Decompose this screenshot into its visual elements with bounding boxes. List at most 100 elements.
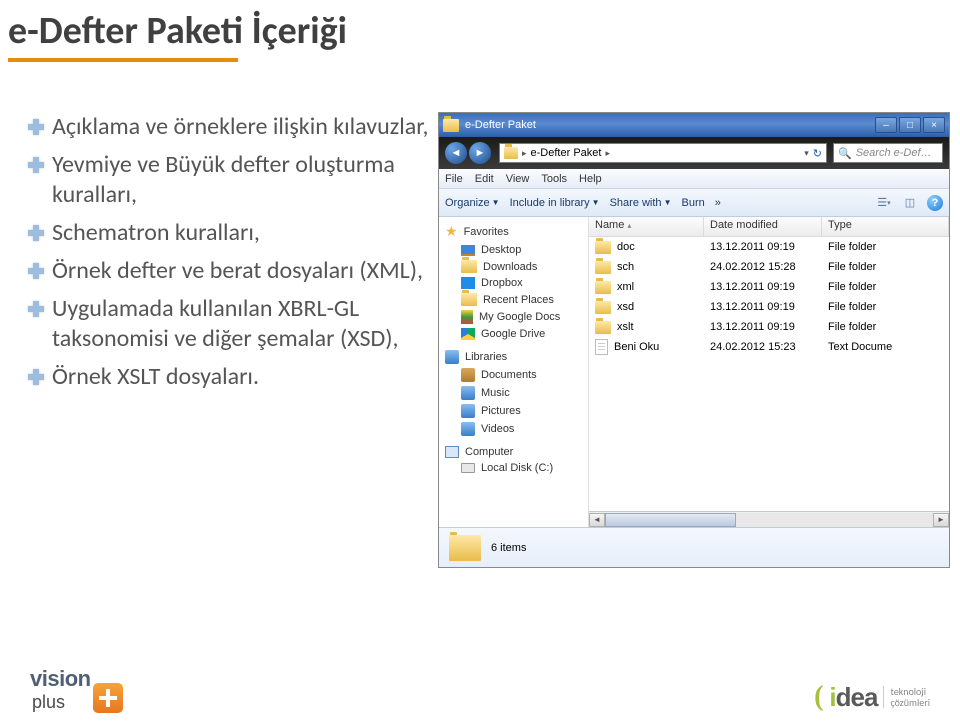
file-date: 13.12.2011 09:19 — [704, 281, 822, 293]
file-type: Text Docume — [822, 341, 949, 353]
folder-icon — [595, 301, 611, 314]
preview-pane-button[interactable]: ◫ — [901, 194, 919, 212]
table-row[interactable]: sch24.02.2012 15:28File folder — [589, 257, 949, 277]
menu-help[interactable]: Help — [579, 173, 602, 185]
table-row[interactable]: doc13.12.2011 09:19File folder — [589, 237, 949, 257]
star-icon: ★ — [445, 223, 458, 240]
menu-edit[interactable]: Edit — [475, 173, 494, 185]
file-name: sch — [617, 261, 634, 273]
scroll-left-button[interactable]: ◄ — [589, 513, 605, 527]
view-mode-button[interactable]: ☰▾ — [875, 194, 893, 212]
forward-button[interactable]: ► — [469, 142, 491, 164]
sidebar-item-downloads[interactable]: Downloads — [439, 258, 588, 275]
sidebar-item-documents[interactable]: Documents — [439, 366, 588, 384]
search-icon: 🔍 — [838, 147, 852, 160]
folder-icon — [595, 241, 611, 254]
burn-button[interactable]: Burn — [681, 197, 704, 209]
file-icon — [595, 339, 608, 355]
bullet-item: Açıklama ve örneklere ilişkin kılavuzlar… — [28, 112, 438, 142]
table-row[interactable]: xslt 13.12.2011 09:19File folder — [589, 317, 949, 337]
toolbar-overflow-button[interactable]: » — [715, 197, 721, 209]
chevron-right-icon[interactable]: ▸ — [522, 148, 527, 159]
col-name[interactable]: Name ▴ — [589, 217, 704, 236]
sidebar-item-google-drive[interactable]: Google Drive — [439, 326, 588, 342]
library-icon — [445, 350, 459, 364]
back-button[interactable]: ◄ — [445, 142, 467, 164]
window-title: e-Defter Paket — [465, 119, 536, 131]
col-type[interactable]: Type — [822, 217, 949, 236]
file-date: 24.02.2012 15:23 — [704, 341, 822, 353]
sidebar-group-favorites[interactable]: ★Favorites — [439, 221, 588, 242]
file-name: xslt — [617, 321, 634, 333]
file-date: 13.12.2011 09:19 — [704, 321, 822, 333]
dropbox-icon — [461, 277, 475, 289]
bullet-text: Schematron kuralları, — [52, 218, 260, 248]
file-type: File folder — [822, 241, 949, 253]
menu-view[interactable]: View — [506, 173, 530, 185]
sidebar-item-local-disk[interactable]: Local Disk (C:) — [439, 460, 588, 476]
scroll-right-button[interactable]: ► — [933, 513, 949, 527]
search-input[interactable]: 🔍 Search e-Def… — [833, 143, 943, 163]
share-with-button[interactable]: Share with▼ — [610, 197, 672, 209]
refresh-icon[interactable]: ↻ — [813, 147, 822, 160]
window-titlebar[interactable]: e-Defter Paket – □ × — [439, 113, 949, 137]
menubar: File Edit View Tools Help — [439, 169, 949, 189]
table-row[interactable]: xsd13.12.2011 09:19File folder — [589, 297, 949, 317]
table-row[interactable]: xml13.12.2011 09:19File folder — [589, 277, 949, 297]
minimize-button[interactable]: – — [875, 117, 897, 133]
videos-icon — [461, 422, 475, 436]
scroll-track[interactable] — [605, 513, 933, 527]
sidebar-group-computer[interactable]: Computer — [439, 444, 588, 460]
maximize-button[interactable]: □ — [899, 117, 921, 133]
sidebar-item-videos[interactable]: Videos — [439, 420, 588, 438]
folder-icon — [595, 281, 611, 294]
col-date[interactable]: Date modified — [704, 217, 822, 236]
file-type: File folder — [822, 281, 949, 293]
bullet-list: Açıklama ve örneklere ilişkin kılavuzlar… — [28, 112, 438, 568]
status-text: 6 items — [491, 542, 526, 554]
column-headers[interactable]: Name ▴ Date modified Type — [589, 217, 949, 237]
help-icon[interactable]: ? — [927, 195, 943, 211]
menu-tools[interactable]: Tools — [541, 173, 567, 185]
sidebar-item-google-docs[interactable]: My Google Docs — [439, 308, 588, 326]
sidebar-item-music[interactable]: Music — [439, 384, 588, 402]
idea-brand: idea — [829, 682, 877, 713]
table-row[interactable]: Beni Oku24.02.2012 15:23Text Docume — [589, 337, 949, 357]
status-bar: 6 items — [439, 527, 949, 567]
horizontal-scrollbar[interactable]: ◄ ► — [589, 511, 949, 527]
sidebar-group-libraries[interactable]: Libraries — [439, 348, 588, 366]
sidebar: ★Favorites Desktop Downloads Dropbox Rec… — [439, 217, 589, 527]
sidebar-item-dropbox[interactable]: Dropbox — [439, 275, 588, 291]
breadcrumb[interactable]: ▸ e-Defter Paket ▸ ▾ ↻ — [499, 143, 827, 163]
folder-icon — [595, 261, 611, 274]
include-in-library-button[interactable]: Include in library▼ — [510, 197, 600, 209]
sidebar-item-desktop[interactable]: Desktop — [439, 242, 588, 258]
nav-bar: ◄ ► ▸ e-Defter Paket ▸ ▾ ↻ 🔍 Search e-De… — [439, 137, 949, 169]
toolbar: Organize▼ Include in library▼ Share with… — [439, 189, 949, 217]
file-type: File folder — [822, 321, 949, 333]
bullet-text: Uygulamada kullanılan XBRL-GL taksonomis… — [52, 294, 438, 354]
search-placeholder: Search e-Def… — [856, 147, 932, 159]
file-type: File folder — [822, 301, 949, 313]
slide-title: e-Defter Paketi İçeriği — [0, 0, 960, 58]
computer-icon — [445, 446, 459, 458]
menu-file[interactable]: File — [445, 173, 463, 185]
plus-icon — [28, 301, 44, 317]
bullet-item: Yevmiye ve Büyük defter oluşturma kurall… — [28, 150, 438, 210]
visionplus-logo: vision plus — [30, 666, 123, 713]
nav-arrows: ◄ ► — [445, 142, 493, 164]
chevron-down-icon[interactable]: ▾ — [804, 148, 809, 159]
sidebar-item-recent-places[interactable]: Recent Places — [439, 291, 588, 308]
breadcrumb-text[interactable]: e-Defter Paket — [531, 147, 602, 159]
plus-badge-icon — [93, 683, 123, 713]
scroll-thumb[interactable] — [605, 513, 736, 527]
close-button[interactable]: × — [923, 117, 945, 133]
folder-icon — [504, 147, 518, 159]
chevron-right-icon[interactable]: ▸ — [605, 148, 610, 159]
sidebar-item-pictures[interactable]: Pictures — [439, 402, 588, 420]
organize-button[interactable]: Organize▼ — [445, 197, 500, 209]
bullet-item: Örnek XSLT dosyaları. — [28, 362, 438, 392]
plus-icon — [28, 263, 44, 279]
folder-icon — [443, 119, 459, 132]
plus-icon — [28, 369, 44, 385]
